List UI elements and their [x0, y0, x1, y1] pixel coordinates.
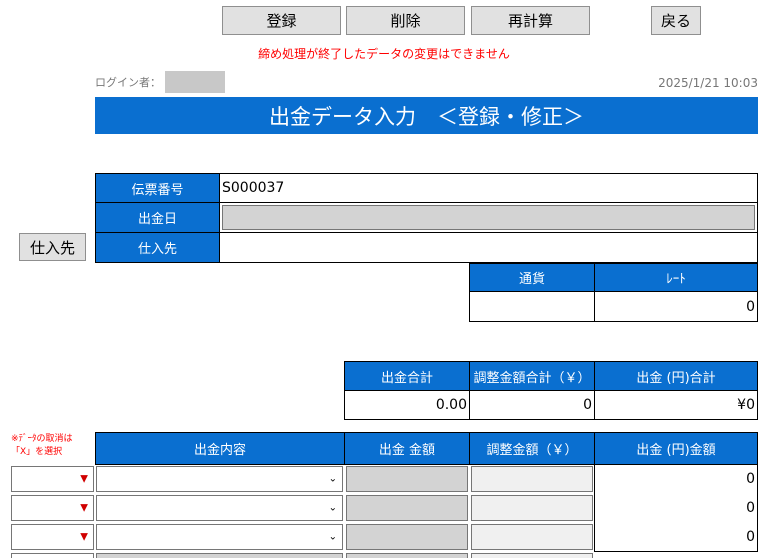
row-cancel-select[interactable]: ▼ [11, 495, 94, 521]
login-info: ログイン者： [95, 71, 225, 93]
row-amount-input[interactable] [346, 466, 468, 492]
row-content-select[interactable]: ⌄ [96, 495, 343, 521]
adjust-total-label: 調整金額合計（￥） [469, 361, 595, 391]
register-button[interactable]: 登録 [222, 6, 341, 35]
chevron-down-icon: ⌄ [328, 502, 337, 514]
rate-value: 0 [594, 291, 758, 322]
col-adjust-header: 調整金額（￥） [469, 432, 595, 465]
row-cancel-select-partial[interactable] [11, 553, 94, 558]
closing-warning: 締め処理が終了したデータの変更はできません [258, 47, 510, 61]
col-amount-header: 出金 金額 [344, 432, 470, 465]
rate-label: ﾚｰﾄ [594, 263, 758, 292]
supplier-field[interactable] [219, 232, 758, 263]
delete-button[interactable]: 削除 [346, 6, 465, 35]
slip-no-value: S000037 [219, 173, 758, 203]
row-cancel-select[interactable]: ▼ [11, 524, 94, 550]
recalculate-button[interactable]: 再計算 [471, 6, 590, 35]
supplier-select-button[interactable]: 仕入先 [19, 233, 86, 261]
currency-label: 通貨 [469, 263, 595, 292]
page-title: 出金データ入力 ＜登録・修正＞ [95, 97, 758, 134]
chevron-down-icon: ⌄ [328, 473, 337, 485]
payment-date-cell [219, 202, 758, 233]
row-content-select[interactable]: ⌄ [96, 524, 343, 550]
col-content-header: 出金内容 [95, 432, 345, 465]
chevron-down-icon: ▼ [80, 531, 88, 543]
row-adjust-input-partial[interactable] [471, 553, 593, 558]
row-yen-amount: 0 [594, 522, 758, 552]
row-adjust-input[interactable] [471, 495, 593, 521]
datetime: 2025/1/21 10:03 [658, 76, 758, 90]
chevron-down-icon: ⌄ [328, 531, 337, 543]
back-button[interactable]: 戻る [651, 6, 701, 35]
col-yen-header: 出金 (円)金額 [594, 432, 758, 465]
payment-total-value: 0.00 [344, 390, 470, 420]
payment-date-label: 出金日 [95, 202, 220, 233]
payment-total-label: 出金合計 [344, 361, 470, 391]
row-yen-amount: 0 [594, 465, 758, 494]
row-adjust-input[interactable] [471, 466, 593, 492]
login-user-box [165, 71, 225, 93]
row-amount-input-partial[interactable] [346, 553, 468, 558]
yen-total-value: ¥0 [594, 390, 758, 420]
row-amount-input[interactable] [346, 495, 468, 521]
row-amount-input[interactable] [346, 524, 468, 550]
supplier-label: 仕入先 [95, 232, 220, 263]
currency-value [469, 291, 595, 322]
row-content-select-partial[interactable] [96, 553, 343, 558]
row-content-select[interactable]: ⌄ [96, 466, 343, 492]
row-cancel-select[interactable]: ▼ [11, 466, 94, 492]
yen-total-label: 出金 (円)合計 [594, 361, 758, 391]
row-adjust-input[interactable] [471, 524, 593, 550]
payment-date-input[interactable] [222, 205, 755, 230]
cancel-note: ※ﾃﾞｰﾀの取消は「X」を選択 [11, 434, 73, 457]
adjust-total-value: 0 [469, 390, 595, 420]
row-yen-amount: 0 [594, 493, 758, 523]
login-label: ログイン者： [95, 76, 161, 89]
chevron-down-icon: ▼ [80, 502, 88, 514]
chevron-down-icon: ▼ [80, 473, 88, 485]
slip-no-label: 伝票番号 [95, 173, 220, 203]
